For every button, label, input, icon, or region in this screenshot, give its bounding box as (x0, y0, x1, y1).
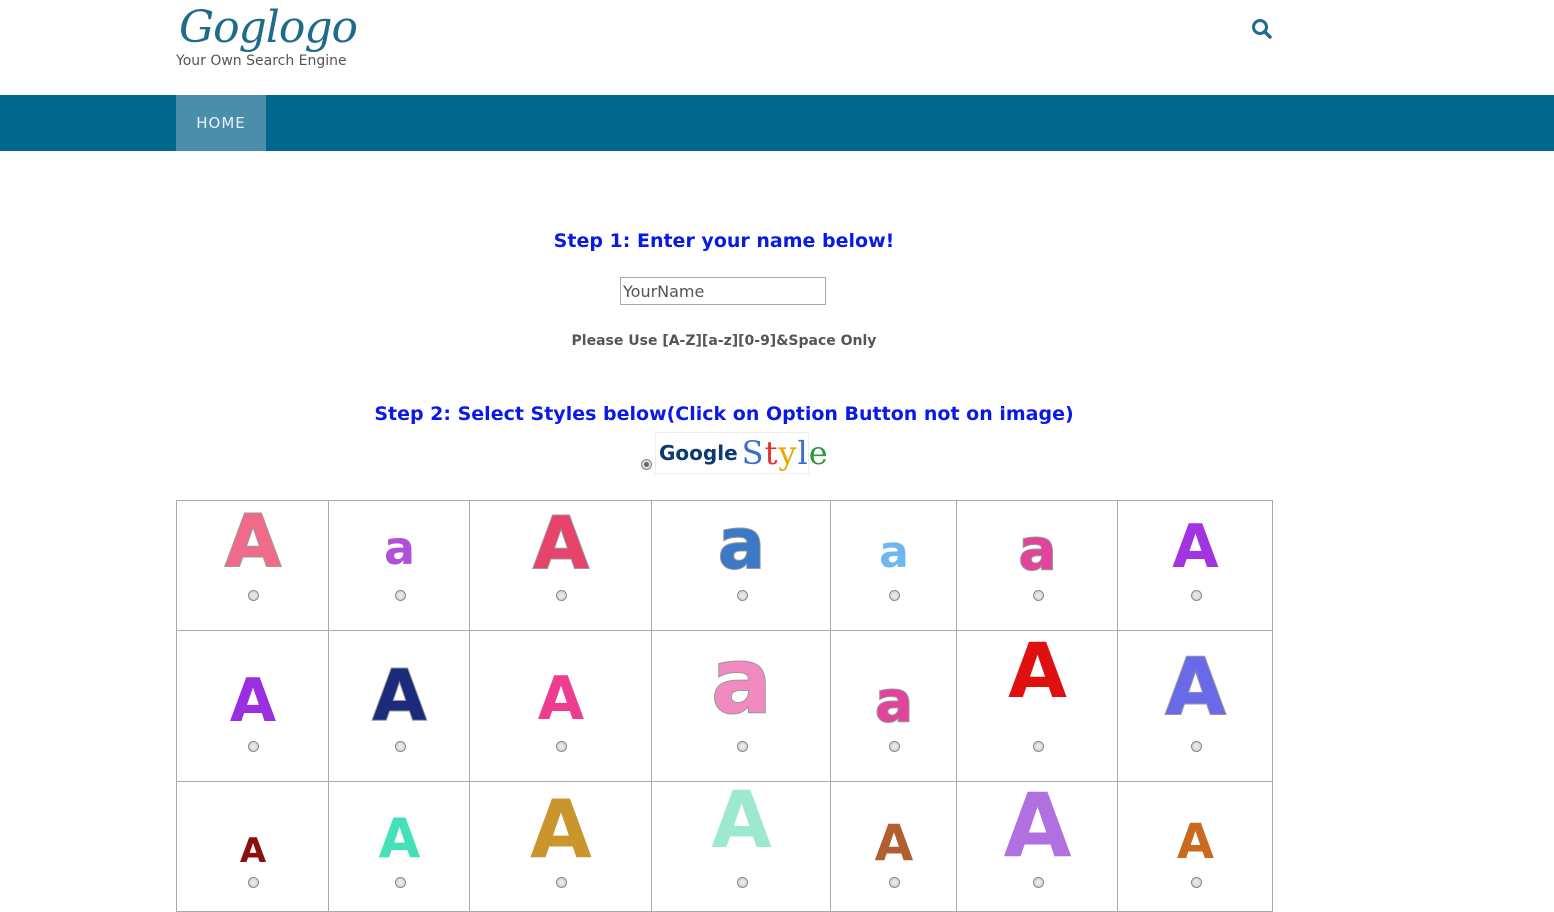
style-option-cell: A (469, 781, 652, 912)
site-logo[interactable]: Goglogo (179, 2, 358, 53)
style-option-cell: a (328, 500, 470, 631)
style-option-radio[interactable] (1032, 590, 1044, 601)
style-option-cell: A (328, 781, 470, 912)
google-style-word2: Style (741, 434, 829, 472)
google-style-radio[interactable] (641, 459, 652, 470)
style-preview-image: A (371, 655, 427, 737)
style-option-cell: A (469, 500, 652, 631)
style-preview-image: a (874, 670, 914, 735)
style-preview-image: a (717, 503, 766, 585)
style-preview-image: A (532, 501, 590, 585)
style-option-radio[interactable] (889, 741, 900, 752)
main-nav: HOME (0, 95, 1554, 151)
style-option-cell: A (1117, 500, 1273, 631)
google-style-word1: Google (659, 441, 738, 465)
style-option-radio[interactable] (556, 590, 567, 601)
style-option-radio[interactable] (394, 741, 406, 752)
style-option-radio[interactable] (889, 877, 900, 888)
style-preview-image: A (1172, 512, 1219, 582)
style-preview-image: A (537, 664, 585, 734)
style-option-cell: a (830, 500, 957, 631)
style-option-cell: A (176, 500, 329, 631)
style-option-cell: A (1117, 630, 1273, 782)
style-option-radio[interactable] (1032, 741, 1044, 752)
style-option-radio[interactable] (248, 741, 259, 752)
style-option-cell: A (469, 630, 652, 782)
style-preview-image: A (1008, 626, 1067, 715)
style-option-radio[interactable] (556, 877, 567, 888)
style-option-radio[interactable] (736, 741, 748, 752)
name-input[interactable] (620, 277, 826, 305)
style-option-radio[interactable] (394, 590, 406, 601)
style-preview-image: A (378, 807, 421, 870)
google-style-image: Google Style (655, 432, 828, 474)
style-option-cell: a (830, 630, 957, 782)
style-preview-image: A (1164, 643, 1226, 733)
search-icon[interactable] (1251, 18, 1273, 40)
style-option-cell: A (1117, 781, 1273, 912)
style-option-cell: A (651, 781, 831, 912)
style-preview-image: a (383, 521, 416, 575)
style-option-cell: A (176, 781, 329, 912)
style-preview-image: A (1176, 814, 1215, 870)
style-option-cell: A (176, 630, 329, 782)
style-preview-image: A (239, 831, 267, 871)
style-option-cell: a (651, 500, 831, 631)
style-option-radio[interactable] (394, 877, 406, 888)
step1-heading: Step 1: Enter your name below! (553, 230, 895, 252)
style-option-cell: A (956, 630, 1118, 782)
site-tagline: Your Own Search Engine (176, 53, 347, 69)
style-option-radio[interactable] (248, 877, 259, 888)
style-preview-image: A (224, 499, 282, 583)
style-preview-image: A (874, 814, 914, 872)
style-grid: AaAaaaAAAAaaAAAAAAAAA (176, 500, 1273, 912)
site-header: Goglogo Your Own Search Engine (0, 0, 1554, 95)
style-option-radio[interactable] (736, 877, 748, 888)
style-option-cell: a (956, 500, 1118, 631)
style-preview-image: a (710, 629, 773, 734)
style-option-radio[interactable] (1190, 741, 1202, 752)
style-option-radio[interactable] (1190, 590, 1202, 601)
input-hint: Please Use [A-Z][a-z][0-9]&Space Only (571, 333, 877, 349)
style-option-radio[interactable] (889, 590, 900, 601)
style-option-cell: A (830, 781, 957, 912)
step2-heading: Step 2: Select Styles below(Click on Opt… (374, 403, 1074, 425)
style-preview-image: a (879, 527, 909, 578)
style-preview-image: A (229, 666, 277, 736)
style-preview-image: a (1018, 518, 1058, 583)
style-preview-image: A (530, 783, 592, 876)
style-option-radio[interactable] (248, 590, 259, 601)
style-option-cell: a (651, 630, 831, 782)
style-option-radio[interactable] (1032, 877, 1044, 888)
style-preview-image: A (711, 776, 772, 866)
style-option-radio[interactable] (736, 590, 748, 601)
style-option-radio[interactable] (556, 741, 567, 752)
style-option-radio[interactable] (1190, 877, 1202, 888)
style-option-cell: A (328, 630, 470, 782)
style-preview-image: A (1003, 774, 1072, 877)
nav-item-home[interactable]: HOME (176, 95, 266, 151)
style-option-cell: A (956, 781, 1118, 912)
